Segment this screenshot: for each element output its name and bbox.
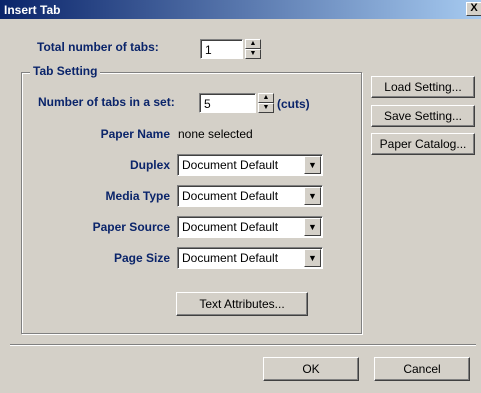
- paper-source-selected-value: Document Default: [182, 220, 279, 234]
- spin-down-icon[interactable]: ▼: [258, 103, 274, 113]
- chevron-down-icon[interactable]: ▼: [304, 187, 321, 205]
- tab-setting-group-label: Tab Setting: [30, 64, 101, 78]
- paper-name-value: none selected: [178, 127, 253, 141]
- page-size-select[interactable]: Document Default ▼: [177, 247, 323, 269]
- total-tabs-value: 1: [205, 43, 212, 57]
- media-type-select[interactable]: Document Default ▼: [177, 185, 323, 207]
- chevron-down-icon[interactable]: ▼: [304, 156, 321, 174]
- footer-separator: [10, 344, 476, 346]
- spin-down-icon[interactable]: ▼: [245, 49, 261, 59]
- title-bar: Insert Tab: [0, 0, 481, 19]
- window-title: Insert Tab: [4, 3, 61, 17]
- total-tabs-input[interactable]: 1: [200, 39, 243, 59]
- page-size-label: Page Size: [113, 251, 170, 265]
- save-setting-button[interactable]: Save Setting...: [371, 105, 475, 127]
- tabs-in-set-value: 5: [204, 97, 211, 111]
- total-tabs-spinner[interactable]: ▲ ▼: [245, 39, 261, 59]
- duplex-selected-value: Document Default: [182, 158, 279, 172]
- paper-source-label: Paper Source: [92, 220, 170, 234]
- tabs-in-set-label: Number of tabs in a set:: [38, 95, 175, 109]
- paper-name-label: Paper Name: [100, 127, 170, 141]
- chevron-down-icon[interactable]: ▼: [304, 218, 321, 236]
- duplex-select[interactable]: Document Default ▼: [177, 154, 323, 176]
- spin-up-icon[interactable]: ▲: [245, 39, 261, 49]
- media-type-label: Media Type: [105, 189, 170, 203]
- page-size-selected-value: Document Default: [182, 251, 279, 265]
- ok-button[interactable]: OK: [263, 357, 359, 381]
- total-tabs-label: Total number of tabs:: [37, 40, 159, 54]
- cuts-label: (cuts): [277, 97, 310, 111]
- duplex-label: Duplex: [129, 158, 170, 172]
- tabs-in-set-spinner[interactable]: ▲ ▼: [258, 93, 274, 113]
- spin-up-icon[interactable]: ▲: [258, 93, 274, 103]
- media-type-selected-value: Document Default: [182, 189, 279, 203]
- paper-catalog-button[interactable]: Paper Catalog...: [371, 133, 475, 155]
- tabs-in-set-input[interactable]: 5: [199, 93, 256, 113]
- close-button[interactable]: X: [466, 2, 481, 16]
- load-setting-button[interactable]: Load Setting...: [371, 76, 475, 98]
- cancel-button[interactable]: Cancel: [374, 357, 470, 381]
- text-attributes-button[interactable]: Text Attributes...: [176, 292, 308, 316]
- chevron-down-icon[interactable]: ▼: [304, 249, 321, 267]
- paper-source-select[interactable]: Document Default ▼: [177, 216, 323, 238]
